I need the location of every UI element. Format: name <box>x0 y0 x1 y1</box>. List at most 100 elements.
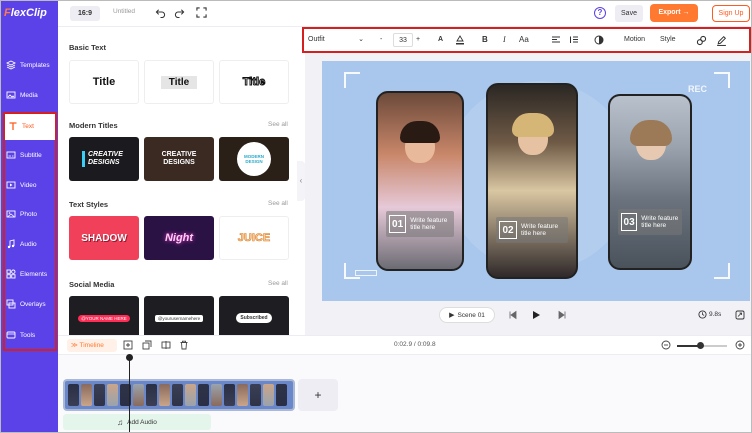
modern-title-thumb-3[interactable]: MODERN DESIGN <box>219 137 289 181</box>
playhead-handle[interactable] <box>126 354 133 361</box>
text-color-icon[interactable]: A <box>438 33 447 47</box>
basic-title-thumb-2[interactable]: Title <box>144 60 214 104</box>
zoom-in-icon[interactable] <box>735 340 745 350</box>
feature-number: 01 <box>389 215 407 233</box>
link-icon[interactable] <box>696 35 707 46</box>
text-case-button[interactable]: Aa <box>519 33 533 47</box>
font-size-input[interactable]: 33 <box>393 33 413 47</box>
zoom-slider[interactable] <box>677 342 727 349</box>
social-thumb-tiktok[interactable]: @YOUR NAME HERE <box>69 296 139 335</box>
text-style-thumb-night[interactable]: Night <box>144 216 214 260</box>
feature-number: 02 <box>499 221 517 239</box>
align-icon[interactable] <box>551 35 561 45</box>
sidebar-item-templates[interactable]: Templates <box>1 51 58 79</box>
scene-clip-strip[interactable] <box>63 379 295 411</box>
phone-mockup-2: 02 Write feature title here <box>486 83 578 279</box>
thumb-label: CREATIVE DESIGNS <box>82 151 126 167</box>
motion-button[interactable]: Motion <box>624 33 648 47</box>
see-all-social-media[interactable]: See all <box>268 280 288 287</box>
style-button[interactable]: Style <box>660 33 678 47</box>
scene-selector[interactable]: ▶ Scene 01 <box>439 307 495 323</box>
duplicate-icon[interactable] <box>142 340 152 350</box>
rec-label: REC <box>688 84 708 94</box>
hair-shape <box>512 113 554 137</box>
delete-icon[interactable] <box>179 340 189 350</box>
see-all-text-styles[interactable]: See all <box>268 200 288 207</box>
social-thumb-youtube[interactable]: Subscribed <box>219 296 289 335</box>
undo-icon[interactable] <box>155 7 166 18</box>
add-audio-track[interactable]: ♫ Add Audio <box>63 414 211 430</box>
feature-card-3[interactable]: 03 Write feature title here <box>618 209 682 235</box>
clip-frame-thumbnail <box>263 384 274 406</box>
play-icon[interactable] <box>531 310 541 320</box>
collapse-panel-handle[interactable]: ‹ <box>297 161 305 201</box>
font-size-increase[interactable]: + <box>416 33 424 47</box>
sidebar-highlight-box <box>3 112 57 351</box>
sign-up-button[interactable]: Sign Up <box>712 5 750 22</box>
basic-title-thumb-1[interactable]: Title <box>69 60 139 104</box>
fullscreen-icon[interactable] <box>196 7 207 18</box>
section-title-social-media: Social Media <box>69 280 115 289</box>
feature-card-2[interactable]: 02 Write feature title here <box>496 217 568 243</box>
scene-label: Scene 01 <box>457 311 485 319</box>
italic-icon[interactable]: I <box>503 33 511 47</box>
redo-icon[interactable] <box>174 7 185 18</box>
previous-icon[interactable] <box>508 310 518 320</box>
font-size-decrease[interactable]: - <box>380 33 389 47</box>
play-small-icon: ▶ <box>449 312 455 319</box>
clip-frame-thumbnail <box>198 384 209 406</box>
clip-frame-thumbnail <box>211 384 222 406</box>
bold-icon[interactable]: B <box>482 33 490 47</box>
sidebar-item-media[interactable]: Media <box>1 81 58 109</box>
timeline-header: ≫ Timeline 0:02.9 / 0:09.8 <box>58 335 751 355</box>
next-icon[interactable] <box>557 310 567 320</box>
font-select[interactable]: Outfit ⌄ <box>308 33 364 47</box>
app-window: FlexClip Templates Media Text Subtitle V… <box>0 0 752 433</box>
timeline-toggle[interactable]: ≫ Timeline <box>67 339 117 352</box>
feature-card-1[interactable]: 01 Write feature title here <box>386 211 454 237</box>
clip-frame-thumbnail <box>276 384 287 406</box>
clip-frame-thumbnail <box>237 384 248 406</box>
top-bar: 16:9 Untitled ? Save Export → Sign Up <box>58 1 751 27</box>
text-style-thumb-juice[interactable]: JUICE <box>219 216 289 260</box>
text-style-thumb-shadow[interactable]: SHADOW <box>69 216 139 260</box>
save-button[interactable]: Save <box>615 5 643 22</box>
split-icon[interactable] <box>161 340 171 350</box>
app-logo: FlexClip <box>4 7 47 19</box>
line-spacing-icon[interactable] <box>569 35 579 45</box>
chevron-down-icon: ⌄ <box>358 36 364 43</box>
hair-shape <box>400 121 440 143</box>
edit-pen-icon[interactable] <box>716 35 727 46</box>
zoom-out-icon[interactable] <box>661 340 671 350</box>
modern-title-thumb-1[interactable]: CREATIVE DESIGNS <box>69 137 139 181</box>
playhead[interactable] <box>129 355 130 432</box>
highlight-color-icon[interactable] <box>455 35 465 45</box>
opacity-icon[interactable] <box>594 35 604 45</box>
feature-text: Write feature title here <box>641 215 679 229</box>
see-all-modern-titles[interactable]: See all <box>268 121 288 128</box>
thumb-label: MODERN DESIGN <box>237 142 271 176</box>
frame-corner-top-left <box>344 72 360 88</box>
timeline-track-area: + ♫ Add Audio <box>58 355 751 432</box>
help-button[interactable]: ? <box>594 7 606 19</box>
thumb-label: Title <box>160 75 198 89</box>
add-clip-button[interactable]: + <box>298 379 338 411</box>
modern-title-thumb-2[interactable]: CREATIVE DESIGNS <box>144 137 214 181</box>
thumb-label: SHADOW <box>81 232 127 244</box>
zoom-slider-handle[interactable] <box>696 342 704 349</box>
aspect-ratio-button[interactable]: 16:9 <box>70 6 100 21</box>
section-title-modern-titles: Modern Titles <box>69 121 118 130</box>
clip-frame-thumbnail <box>146 384 157 406</box>
frame-corner-top-right <box>714 72 730 88</box>
thumb-label: Title <box>92 76 116 88</box>
project-name[interactable]: Untitled <box>113 8 135 15</box>
canvas-fullscreen-icon[interactable] <box>735 310 745 320</box>
basic-title-thumb-3[interactable]: Title <box>219 60 289 104</box>
export-button[interactable]: Export → <box>650 4 698 22</box>
add-scene-icon[interactable] <box>123 340 133 350</box>
frame-corner-bottom-right <box>714 263 730 279</box>
clip-frame-thumbnail <box>159 384 170 406</box>
scene-duration[interactable]: 9.8s <box>698 310 721 319</box>
social-thumb-instagram[interactable]: @yourusernamehere <box>144 296 214 335</box>
video-canvas[interactable]: REC 01 Write feature title here 02 Write… <box>322 61 750 301</box>
